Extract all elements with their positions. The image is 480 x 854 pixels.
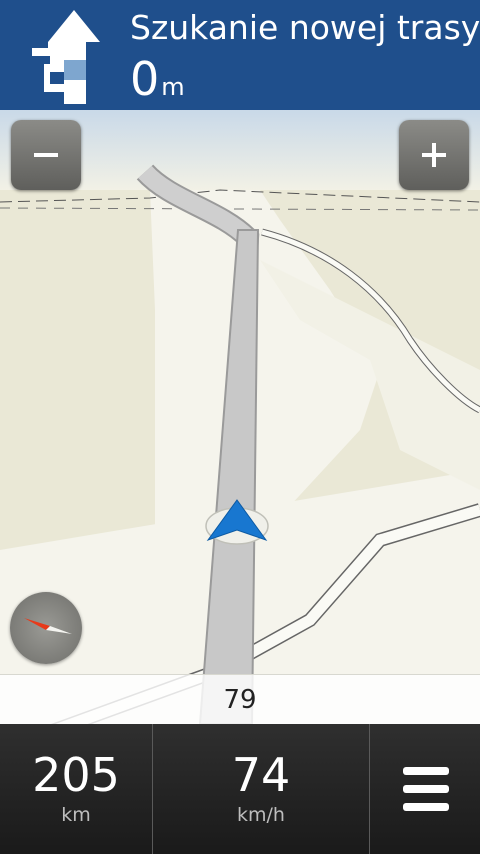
zoom-in-button[interactable]	[399, 120, 469, 190]
zoom-out-button[interactable]	[11, 120, 81, 190]
remaining-distance-unit: km	[61, 804, 91, 826]
compass-icon	[24, 618, 72, 634]
plus-icon	[422, 143, 446, 167]
reroute-arrow-icon	[32, 10, 100, 104]
minus-icon	[34, 153, 58, 157]
instruction-header: Szukanie nowej trasy 0m	[0, 0, 480, 110]
instruction-text: Szukanie nowej trasy	[130, 8, 480, 47]
speed-panel[interactable]: 74 km/h	[153, 724, 369, 854]
distance-unit: m	[161, 73, 185, 101]
compass-button[interactable]	[10, 592, 82, 664]
current-street-name: 79	[223, 685, 257, 715]
remaining-distance-value: 205	[32, 748, 120, 802]
current-street-bar: 79	[0, 674, 480, 725]
distance-value: 0	[130, 52, 160, 106]
distance-to-maneuver: 0m	[130, 52, 185, 106]
speed-value: 74	[231, 748, 291, 802]
menu-button[interactable]	[370, 724, 480, 854]
remaining-distance-panel[interactable]: 205 km	[0, 724, 152, 854]
speed-unit: km/h	[237, 804, 285, 826]
bottom-bar: 205 km 74 km/h	[0, 724, 480, 854]
navigation-arrow-icon	[205, 499, 269, 545]
